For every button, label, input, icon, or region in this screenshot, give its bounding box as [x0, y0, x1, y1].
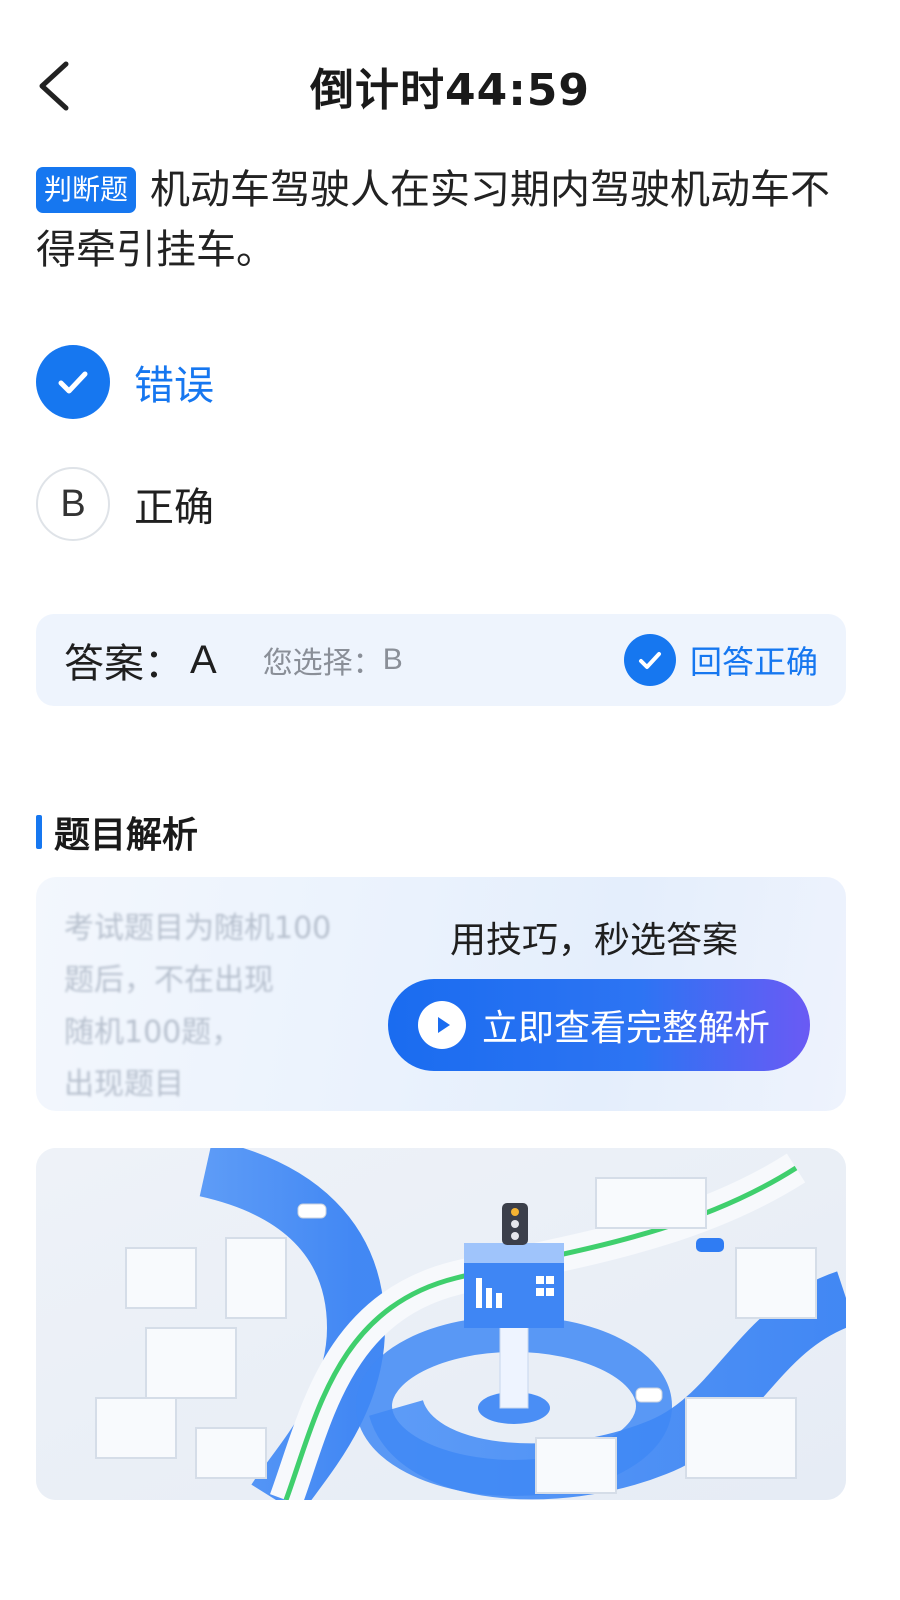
analysis-section-title: 题目解析 [54, 815, 199, 856]
city-traffic-illustration [36, 1148, 846, 1500]
your-choice-label: 您选择： [262, 646, 383, 681]
blurred-line: 随机100题， [64, 1015, 242, 1050]
blurred-line: 出现题目 [64, 1067, 184, 1102]
your-choice-value: B [382, 643, 403, 676]
answer-label: 答案： [64, 641, 184, 687]
option-a-check-marker [36, 345, 110, 419]
checkmark-icon [638, 652, 661, 669]
play-icon [418, 1001, 466, 1049]
option-a[interactable]: 错误 [36, 344, 536, 420]
question-type-badge: 判断题 [36, 167, 137, 213]
answer-status: 回答正确 [623, 634, 818, 686]
countdown-title: 倒计时44:59 [309, 65, 591, 116]
option-b[interactable]: B 正确 [36, 466, 536, 542]
option-a-label: 错误 [134, 363, 214, 409]
view-full-analysis-label: 立即查看完整解析 [482, 1008, 771, 1049]
question-text: 机动车驾驶人在实习期内驾驶机动车不得牵引挂车。 [36, 167, 831, 273]
question-text-block: 判断题 机动车驾驶人在实习期内驾驶机动车不得牵引挂车。 [36, 160, 866, 280]
status-check-badge [623, 634, 676, 686]
option-b-label: 正确 [134, 485, 214, 531]
section-accent-bar [36, 815, 42, 849]
blurred-line: 题后，不在出现 [64, 963, 274, 998]
top-bar: 倒计时44:59 [0, 40, 900, 130]
answer-value: A [190, 637, 217, 682]
answer-summary: 答案： A 您选择： B 回答正确 [36, 614, 846, 706]
checkmark-icon [58, 371, 88, 394]
analysis-section-header: 题目解析 [36, 806, 198, 858]
analysis-hint: 用技巧，秒选答案 [450, 920, 739, 961]
analysis-card: 考试题目为随机100 题后，不在出现 随机100题， 出现题目 用技巧，秒选答案… [36, 877, 846, 1111]
blurred-line: 考试题目为随机100 [64, 911, 332, 946]
option-b-marker: B [36, 467, 110, 541]
blurred-analysis-text: 考试题目为随机100 题后，不在出现 随机100题， 出现题目 [64, 903, 394, 1111]
view-full-analysis-button[interactable]: 立即查看完整解析 [388, 979, 810, 1071]
status-text: 回答正确 [689, 643, 818, 681]
